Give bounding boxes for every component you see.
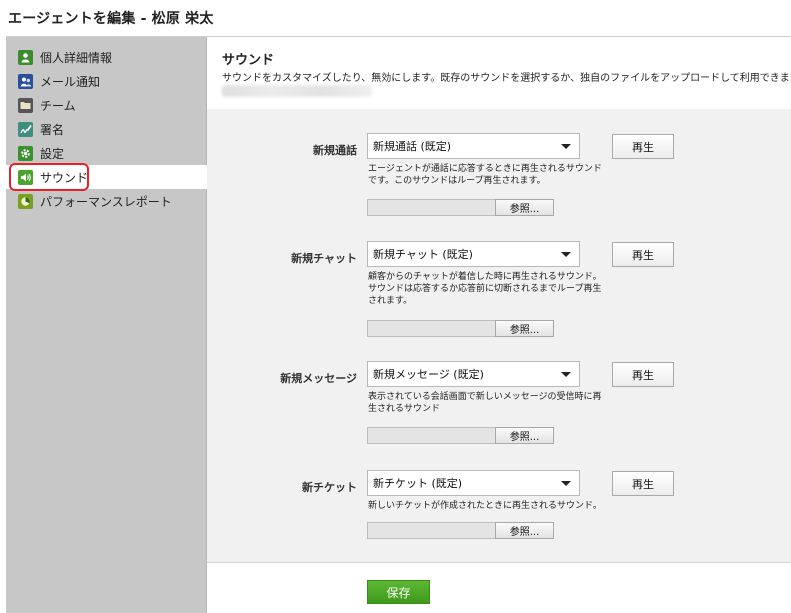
file-path-field[interactable]	[367, 522, 495, 539]
row-label: 新規メッセージ	[280, 372, 357, 385]
sidebar-item-settings[interactable]: 設定	[6, 141, 207, 165]
sidebar-item-signature[interactable]: 署名	[6, 117, 207, 141]
browse-button[interactable]: 参照...	[495, 320, 554, 337]
section-title: サウンド	[222, 53, 275, 68]
select-value: 新規メッセージ (既定)	[373, 368, 484, 381]
section-description: サウンドをカスタマイズしたり、無効にします。既存のサウンドを選択するか、独自のフ…	[222, 73, 791, 84]
play-button[interactable]: 再生	[612, 242, 674, 267]
file-upload: 参照...	[367, 199, 554, 216]
row-label: 新規通話	[313, 144, 357, 157]
speaker-icon	[18, 169, 33, 185]
browse-button[interactable]: 参照...	[495, 427, 554, 444]
play-button[interactable]: 再生	[612, 134, 674, 159]
row-help-text: 新しいチケットが作成されたときに再生されるサウンド。	[368, 501, 602, 511]
row-label: 新チケット	[302, 481, 357, 494]
sidebar-item-label: パフォーマンスレポート	[40, 194, 172, 209]
sidebar-item-label: 個人詳細情報	[40, 50, 113, 65]
sound-select[interactable]: 新規メッセージ (既定)	[367, 361, 580, 387]
sidebar-item-label: メール通知	[40, 74, 101, 89]
sidebar-item-label: チーム	[40, 98, 76, 113]
play-button[interactable]: 再生	[612, 362, 674, 387]
row-help-text: エージェントが通話に応答するときに再生されるサウンドです。このサウンドはループ再…	[368, 164, 602, 186]
play-button[interactable]: 再生	[612, 471, 674, 496]
sidebar-item-label: サウンド	[40, 170, 89, 185]
gear-icon	[18, 145, 33, 161]
select-value: 新規チャット (既定)	[373, 248, 473, 261]
chevron-down-icon	[561, 372, 571, 377]
file-path-field[interactable]	[367, 427, 495, 444]
sidebar-item-email-notifications[interactable]: メール通知	[6, 69, 207, 93]
file-upload: 参照...	[367, 427, 554, 444]
chart-icon	[18, 193, 33, 209]
section-header: サウンド サウンドをカスタマイズしたり、無効にします。既存のサウンドを選択するか…	[207, 37, 791, 109]
chevron-down-icon	[561, 481, 571, 486]
users-icon	[18, 73, 33, 89]
row-help-text: 表示されている会話画面で新しいメッセージの受信時に再生されるサウンド	[368, 392, 602, 414]
form-footer: 保存	[207, 562, 791, 613]
sidebar-item-label: 設定	[40, 146, 65, 161]
file-path-field[interactable]	[367, 199, 495, 216]
file-upload: 参照...	[367, 320, 554, 337]
sidebar-item-label: 署名	[40, 122, 65, 137]
row-help-text: 顧客からのチャットが着信した時に再生されるサウンド。サウンドは応答するか応答前に…	[368, 272, 602, 306]
sidebar-item-performance-report[interactable]: パフォーマンスレポート	[6, 189, 207, 213]
redacted-text	[222, 85, 372, 97]
row-label: 新規チャット	[291, 252, 357, 265]
sound-select[interactable]: 新規チャット (既定)	[367, 241, 580, 267]
page-title: エージェントを編集 - 松原 栄太	[8, 11, 214, 27]
chevron-down-icon	[561, 144, 571, 149]
sound-select[interactable]: 新規通話 (既定)	[367, 133, 580, 159]
sound-select[interactable]: 新チケット (既定)	[367, 470, 580, 496]
select-value: 新規通話 (既定)	[373, 140, 452, 153]
browse-button[interactable]: 参照...	[495, 199, 554, 216]
editor-frame: 個人詳細情報 メール通知 チーム 署名 設定 サウンド パフォーマンスレポート …	[6, 36, 791, 613]
person-icon	[18, 49, 33, 65]
file-path-field[interactable]	[367, 320, 495, 337]
sidebar: 個人詳細情報 メール通知 チーム 署名 設定 サウンド パフォーマンスレポート	[6, 37, 207, 613]
sidebar-item-sound[interactable]: サウンド	[6, 165, 207, 189]
signature-icon	[18, 121, 33, 137]
sidebar-item-team[interactable]: チーム	[6, 93, 207, 117]
save-button[interactable]: 保存	[367, 580, 430, 604]
file-upload: 参照...	[367, 522, 554, 539]
main-panel: サウンド サウンドをカスタマイズしたり、無効にします。既存のサウンドを選択するか…	[207, 37, 791, 613]
folder-icon	[18, 97, 33, 113]
browse-button[interactable]: 参照...	[495, 522, 554, 539]
chevron-down-icon	[561, 252, 571, 257]
sidebar-item-personal-details[interactable]: 個人詳細情報	[6, 45, 207, 69]
select-value: 新チケット (既定)	[373, 477, 463, 490]
